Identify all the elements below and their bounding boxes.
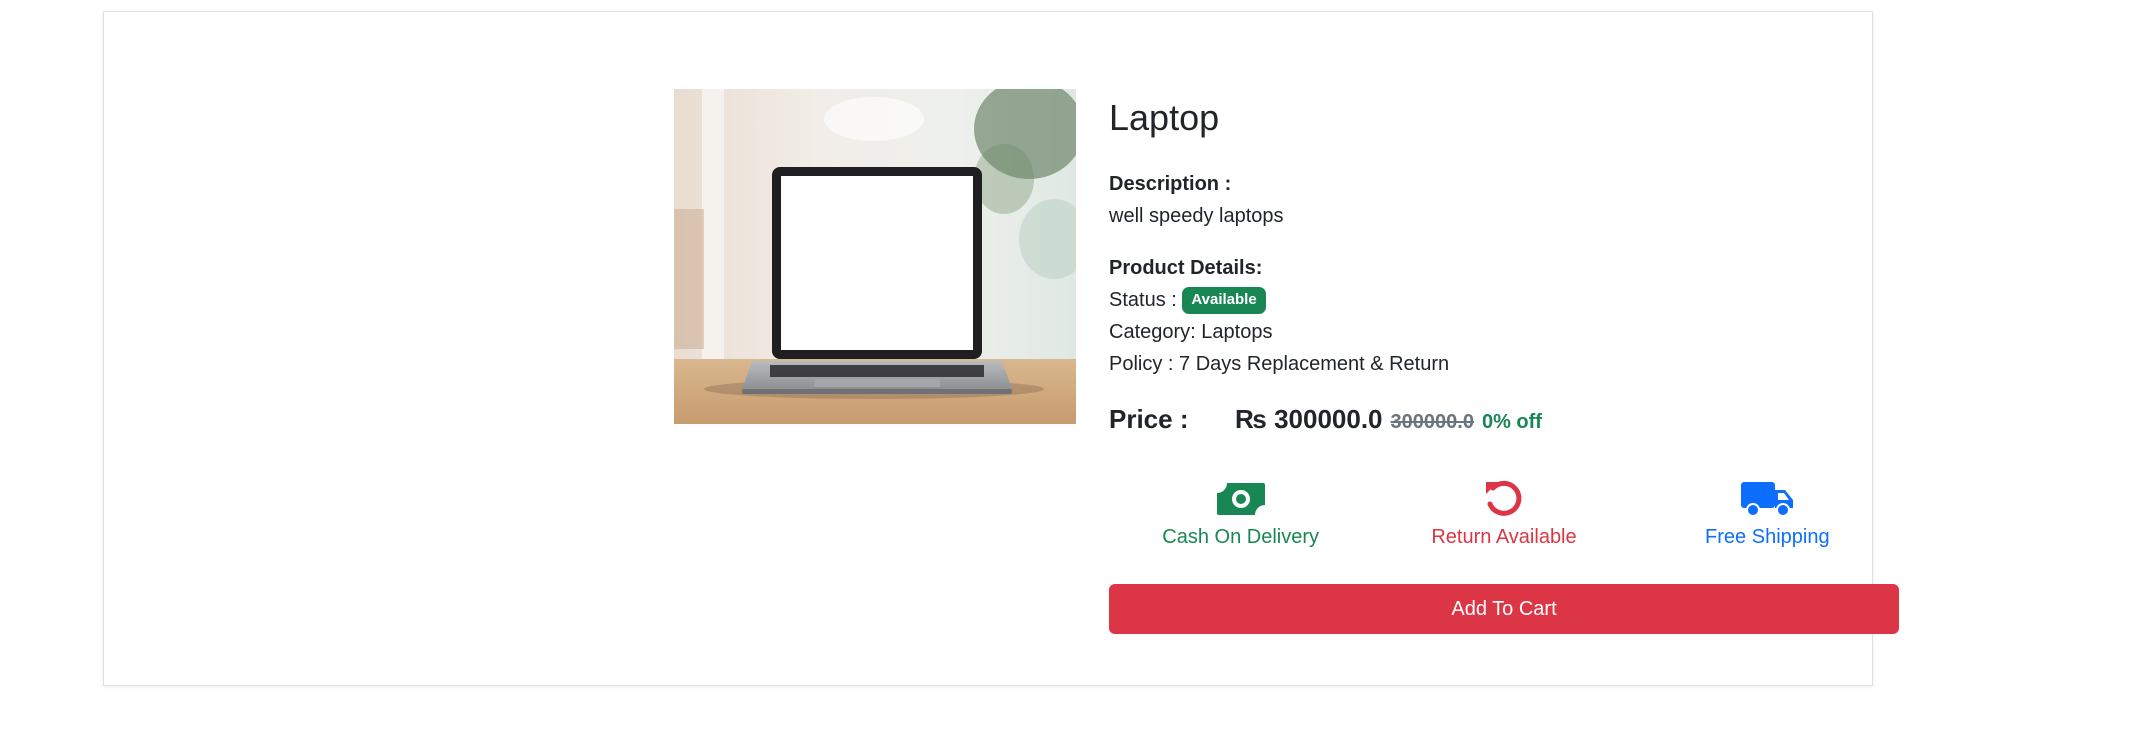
description-section: Description : well speedy laptops [1109,168,1899,232]
price-label: Price : [1109,404,1189,434]
money-bill-icon [1109,478,1372,520]
product-details: Laptop Description : well speedy laptops… [1109,92,1899,634]
product-title: Laptop [1109,97,1220,138]
undo-icon [1372,478,1635,520]
status-label: Status : [1109,289,1177,311]
feature-label: Cash On Delivery [1162,526,1320,548]
category-line: Category: Laptops [1109,321,1273,343]
price-value: ₨ 300000.0 [1235,404,1383,434]
status-badge: Available [1182,287,1266,314]
feature-return-available: Return Available [1372,478,1635,550]
feature-free-shipping: Free Shipping [1636,478,1899,550]
discount-label: 0% off [1481,411,1542,433]
details-label: Product Details: [1109,257,1263,279]
add-to-cart-button[interactable]: Add To Cart [1109,584,1899,634]
truck-icon [1636,478,1899,520]
status-line: Status : Available [1109,284,1899,316]
product-image [674,89,1076,424]
features-row: Cash On Delivery Return Available Free S… [1109,478,1899,550]
feature-label: Free Shipping [1705,526,1830,548]
original-price: 300000.0 [1390,411,1474,433]
feature-cash-on-delivery: Cash On Delivery [1109,478,1372,550]
policy-line: Policy : 7 Days Replacement & Return [1109,353,1450,375]
product-details-section: Product Details: Status : Available Cate… [1109,252,1899,380]
description-text: well speedy laptops [1109,205,1284,227]
feature-label: Return Available [1431,526,1577,548]
description-label: Description : [1109,173,1232,195]
product-card: Laptop Description : well speedy laptops… [103,11,1899,686]
price-row: Price : ₨ 300000.0 300000.0 0% off [1109,404,1899,444]
